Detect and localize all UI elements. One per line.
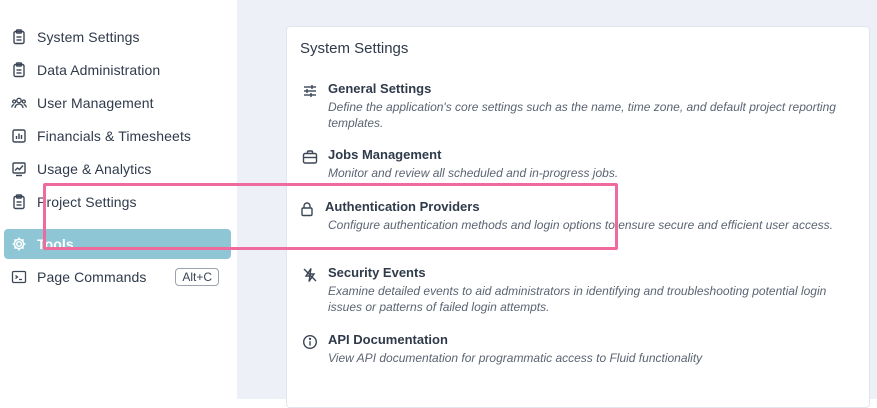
- sidebar-item-label: Tools: [37, 236, 74, 252]
- jobs-management-link[interactable]: Jobs Management: [328, 147, 441, 162]
- entry-description: View API documentation for programmatic …: [328, 351, 703, 365]
- card-title: System Settings: [300, 40, 409, 57]
- sidebar-item-data-administration[interactable]: Data Administration: [4, 55, 231, 85]
- entry-description: Monitor and review all scheduled and in-…: [328, 166, 619, 180]
- sliders-icon: [301, 82, 319, 100]
- lock-icon: [298, 200, 316, 218]
- sidebar-item-usage-analytics[interactable]: Usage & Analytics: [4, 154, 231, 184]
- clipboard-icon: [10, 61, 28, 79]
- sidebar-item-page-commands[interactable]: Page Commands Alt+C: [4, 262, 231, 292]
- clipboard-icon: [10, 193, 28, 211]
- trend-chart-icon: [10, 160, 28, 178]
- sidebar-item-label: Financials & Timesheets: [37, 128, 192, 144]
- sidebar-item-label: User Management: [37, 95, 154, 111]
- security-events-icon: [301, 266, 319, 284]
- general-settings-link[interactable]: General Settings: [328, 81, 431, 96]
- clipboard-icon: [10, 28, 28, 46]
- system-settings-card: System Settings General Settings Define …: [286, 26, 870, 408]
- main-area: System Settings General Settings Define …: [237, 0, 877, 408]
- shortcut-badge: Alt+C: [175, 268, 219, 286]
- sidebar-item-system-settings[interactable]: System Settings: [4, 22, 231, 52]
- sidebar: System Settings Data Administration User…: [0, 0, 237, 399]
- users-icon: [10, 94, 28, 112]
- info-icon: [301, 333, 319, 351]
- entry-description: Examine detailed events to aid administr…: [328, 284, 827, 314]
- briefcase-icon: [301, 148, 319, 166]
- sidebar-item-label: Usage & Analytics: [37, 161, 152, 177]
- sidebar-item-label: Project Settings: [37, 194, 137, 210]
- terminal-icon: [10, 268, 28, 286]
- sidebar-item-label: Page Commands: [37, 269, 147, 285]
- sidebar-item-project-settings[interactable]: Project Settings: [4, 187, 231, 217]
- sidebar-item-label: Data Administration: [37, 62, 161, 78]
- security-events-link[interactable]: Security Events: [328, 265, 426, 280]
- bar-chart-icon: [10, 127, 28, 145]
- api-documentation-link[interactable]: API Documentation: [328, 332, 448, 347]
- sidebar-item-tools[interactable]: Tools: [4, 229, 231, 259]
- gear-icon: [10, 235, 28, 253]
- sidebar-item-financials-timesheets[interactable]: Financials & Timesheets: [4, 121, 231, 151]
- sidebar-item-label: System Settings: [37, 29, 140, 45]
- authentication-providers-link[interactable]: Authentication Providers: [325, 199, 480, 214]
- entry-description: Configure authentication methods and log…: [328, 218, 833, 232]
- entry-description: Define the application's core settings s…: [328, 100, 836, 130]
- sidebar-item-user-management[interactable]: User Management: [4, 88, 231, 118]
